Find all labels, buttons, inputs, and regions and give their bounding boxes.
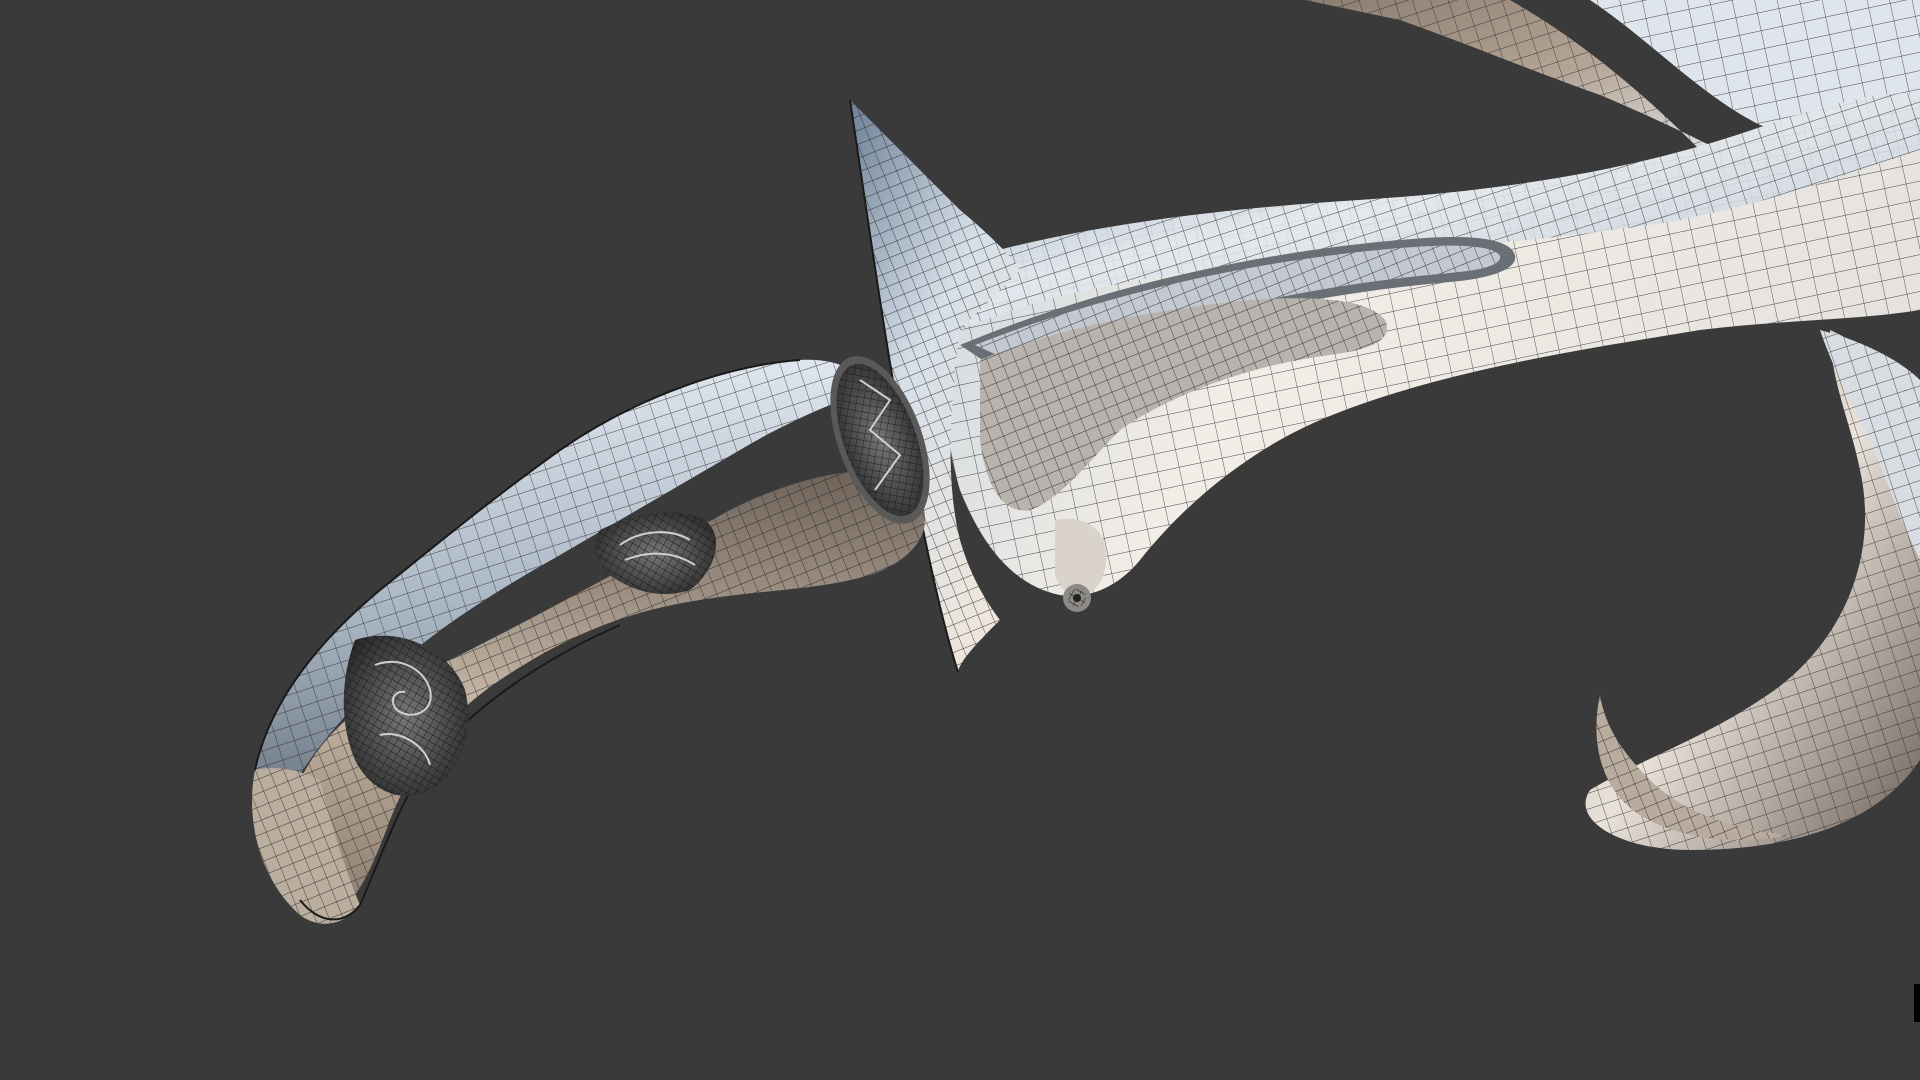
wireframe-model-render[interactable] bbox=[0, 0, 1920, 1080]
viewport-edge-marker bbox=[1914, 984, 1920, 1022]
3d-viewport[interactable] bbox=[0, 0, 1920, 1080]
handle bbox=[252, 359, 925, 924]
right-hook-curve bbox=[1585, 330, 1920, 850]
blade bbox=[930, 93, 1920, 612]
